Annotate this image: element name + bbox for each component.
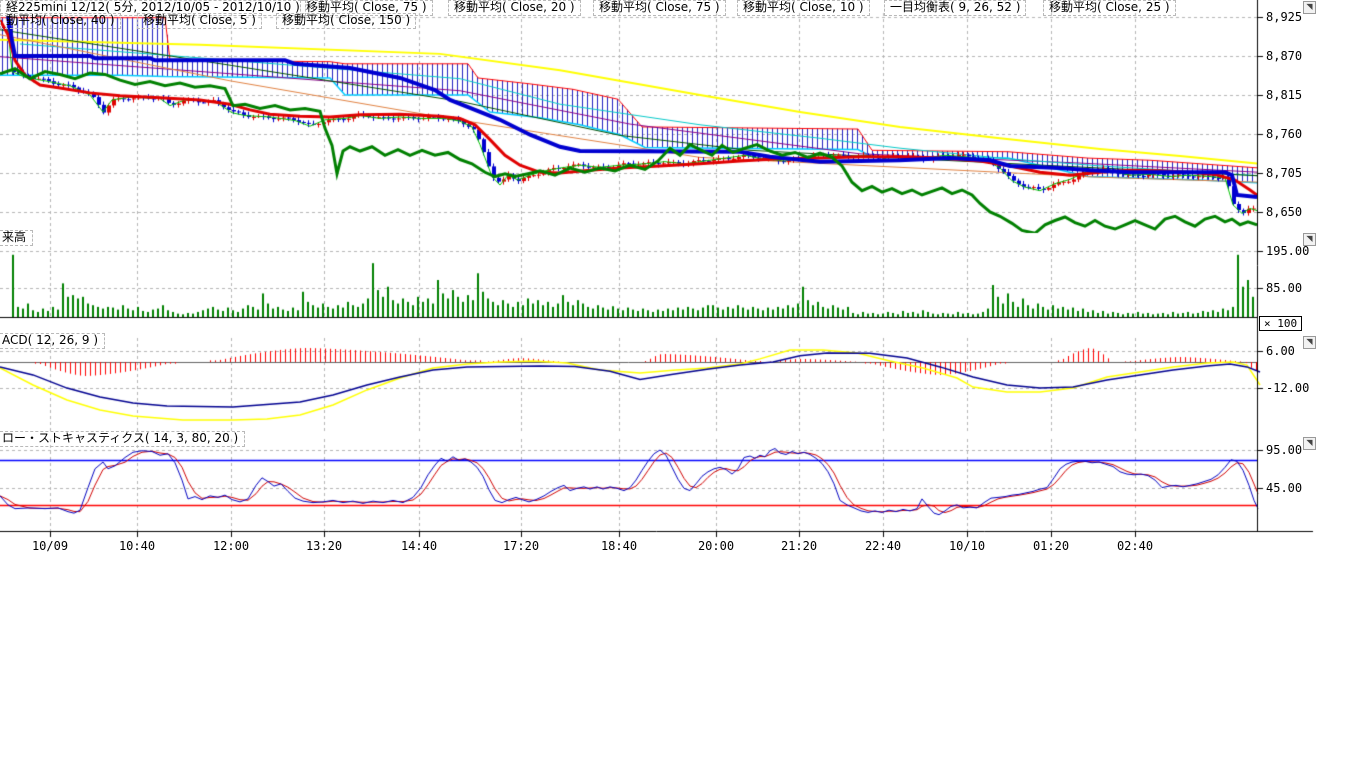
y-axis-label: 45.00 [1266,481,1302,495]
y-axis-label: 8,650 [1266,205,1302,219]
pane-resize-icon[interactable]: ◥ [1303,1,1316,14]
legend-item-indicator: 移動平均( Close, 75 ) [593,0,726,16]
y-axis-label: 8,705 [1266,166,1302,180]
legend-item-indicator: 移動平均( Close, 10 ) [737,0,870,16]
x-axis-label: 01:20 [1033,539,1069,553]
x-axis-label: 17:20 [503,539,539,553]
pane-resize-icon[interactable]: ◥ [1303,336,1316,349]
y-axis-label: -12.00 [1266,381,1309,395]
pane-resize-icon[interactable]: ◥ [1303,233,1316,246]
y-axis-label: 85.00 [1266,281,1302,295]
x-axis-label: 02:40 [1117,539,1153,553]
legend-item-indicator: 移動平均( Close, 5 ) [137,13,262,29]
legend-item-indicator: 移動平均( Close, 150 ) [276,13,416,29]
y-axis-label: 8,870 [1266,49,1302,63]
y-axis-label: 195.00 [1266,244,1309,258]
y-axis-label: 95.00 [1266,443,1302,457]
x-axis-label: 12:00 [213,539,249,553]
x-axis-label: 21:20 [781,539,817,553]
legend-item-indicator: 動平均( Close, 40 ) [0,13,121,29]
pane-resize-icon[interactable]: ◥ [1303,437,1316,450]
legend-item-indicator: 移動平均( Close, 25 ) [1043,0,1176,16]
pane-label-stochastics: ロー・ストキャスティクス( 14, 3, 80, 20 ) [0,431,245,447]
x-axis-label: 22:40 [865,539,901,553]
y-axis-label: 8,760 [1266,127,1302,141]
x-axis-label: 18:40 [601,539,637,553]
legend-item-indicator: 一目均衡表( 9, 26, 52 ) [884,0,1026,16]
chart-application-window: 経225mini 12/12( 5分, 2012/10/05 - 2012/10… [0,0,1366,768]
x-axis-label: 14:40 [401,539,437,553]
x-axis-label: 10/10 [949,539,985,553]
pane-label-macd: ACD( 12, 26, 9 ) [0,333,105,349]
legend-item-indicator: 移動平均( Close, 20 ) [448,0,581,16]
x-axis-label: 10/09 [32,539,68,553]
x-axis-label: 20:00 [698,539,734,553]
price-chart-canvas[interactable] [0,0,1366,768]
y-axis-label: 8,815 [1266,88,1302,102]
y-axis-label: 8,925 [1266,10,1302,24]
volume-multiplier-badge: × 100 [1259,316,1302,331]
pane-label-volume: 来高 [0,230,33,246]
y-axis-label: 6.00 [1266,344,1295,358]
x-axis-label: 10:40 [119,539,155,553]
x-axis-label: 13:20 [306,539,342,553]
